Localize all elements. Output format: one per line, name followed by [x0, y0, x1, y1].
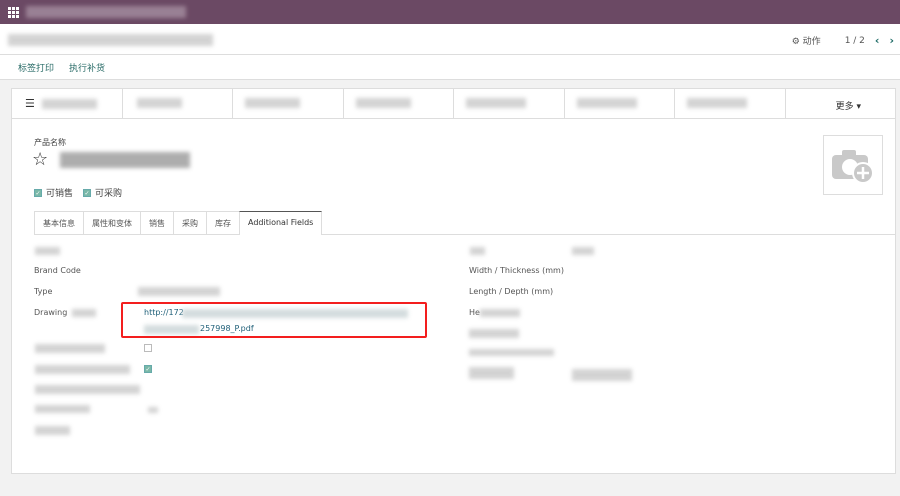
apps-grid-icon[interactable] — [8, 7, 19, 18]
smart-button[interactable]: ☰ — [12, 89, 123, 118]
type-value[interactable] — [138, 287, 220, 296]
more-label: 更多 — [835, 102, 854, 112]
breadcrumb-bar: ⚙ 动作 1 / 2 ‹ › — [0, 24, 900, 55]
checkbox-checked-icon: ✓ — [34, 188, 42, 197]
action-label: 动作 — [802, 37, 821, 47]
tabs-divider — [34, 234, 895, 235]
smart-button[interactable] — [123, 89, 233, 118]
pager-value: 1 / 2 — [844, 35, 865, 46]
smart-button[interactable] — [565, 89, 675, 118]
tab-purchase[interactable]: 采购 — [173, 211, 207, 234]
brand-code-label: Brand Code — [34, 266, 81, 275]
list-icon: ☰ — [25, 97, 35, 110]
form-sheet: ☰ 更多 ▾ 产品名称 ☆ ✓ 可销售 ✓ 可采购 基本信息 属性和变体 销售 采购… — [11, 88, 896, 474]
product-name-value — [60, 152, 190, 168]
height-label: He — [469, 308, 480, 317]
type-label: Type — [34, 287, 53, 296]
section-title — [470, 247, 485, 255]
menu-items-redacted — [26, 6, 186, 18]
tab-general[interactable]: 基本信息 — [34, 211, 84, 234]
drawing-label: Drawing — [34, 308, 68, 317]
star-icon[interactable]: ☆ — [32, 149, 48, 170]
tab-sales[interactable]: 销售 — [140, 211, 174, 234]
tab-additional-fields[interactable]: Additional Fields — [239, 211, 323, 235]
checkbox[interactable] — [144, 344, 152, 352]
chevron-left-icon[interactable]: ‹ — [875, 34, 880, 47]
image-upload[interactable] — [823, 135, 883, 195]
length-label: Length / Depth (mm) — [469, 287, 554, 296]
breadcrumb — [8, 34, 213, 46]
tab-attributes[interactable]: 属性和变体 — [83, 211, 141, 234]
replenish-button[interactable]: 执行补货 — [69, 61, 105, 74]
section-title — [35, 247, 60, 255]
checkbox-checked-icon: ✓ — [83, 188, 92, 197]
camera-plus-icon — [832, 150, 874, 184]
smart-button[interactable] — [675, 89, 786, 118]
button-bar: 标签打印 执行补货 — [0, 55, 900, 80]
more-button[interactable]: 更多 ▾ — [786, 89, 896, 118]
smart-button[interactable] — [233, 89, 344, 118]
chevron-right-icon[interactable]: › — [889, 34, 894, 47]
can-be-sold-checkbox[interactable]: ✓ 可销售 — [34, 186, 73, 199]
action-button[interactable]: ⚙ 动作 — [792, 34, 821, 47]
smart-button[interactable] — [454, 89, 565, 118]
print-labels-button[interactable]: 标签打印 — [18, 61, 54, 74]
notebook-tabs: 基本信息 属性和变体 销售 采购 库存 Additional Fields — [34, 211, 323, 235]
smart-buttons: ☰ 更多 ▾ — [12, 89, 895, 119]
width-label: Width / Thickness (mm) — [469, 266, 564, 275]
can-be-sold-label: 可销售 — [46, 189, 74, 199]
smart-button[interactable] — [344, 89, 454, 118]
can-be-purchased-label: 可采购 — [95, 189, 123, 199]
product-name-label: 产品名称 — [34, 138, 66, 147]
tab-inventory[interactable]: 库存 — [206, 211, 240, 234]
highlight-box — [121, 302, 427, 338]
checkbox[interactable]: ✓ — [144, 365, 152, 373]
can-be-purchased-checkbox[interactable]: ✓ 可采购 — [83, 186, 122, 199]
top-navbar — [0, 0, 900, 24]
